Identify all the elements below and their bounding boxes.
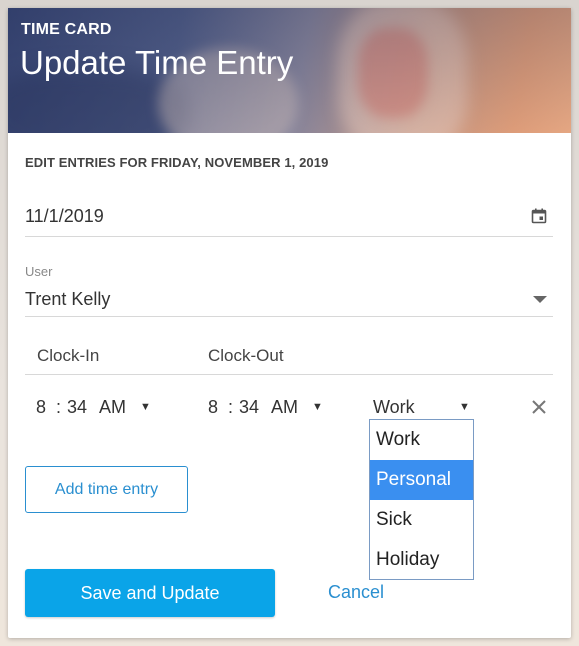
entry-type-options: Work Personal Sick Holiday: [369, 419, 474, 580]
option-work[interactable]: Work: [370, 420, 473, 460]
chevron-down-icon: [533, 296, 547, 303]
clock-in-dropdown-icon[interactable]: ▼: [140, 401, 151, 413]
entry-type-value: Work: [373, 397, 415, 417]
cancel-button[interactable]: Cancel: [328, 582, 384, 603]
save-button[interactable]: Save and Update: [25, 569, 275, 617]
clock-in-separator: :: [56, 397, 62, 417]
user-select[interactable]: Trent Kelly: [25, 288, 553, 317]
clock-out-separator: :: [228, 397, 234, 417]
close-icon[interactable]: [529, 397, 549, 417]
clock-in-ampm[interactable]: AM: [99, 397, 126, 418]
add-time-entry-button[interactable]: Add time entry: [25, 466, 188, 513]
clock-out-header: Clock-Out: [208, 346, 284, 365]
header-banner: TIME CARD Update Time Entry: [8, 8, 571, 133]
section-heading: EDIT ENTRIES FOR FRIDAY, NOVEMBER 1, 201…: [25, 155, 329, 170]
option-sick[interactable]: Sick: [370, 500, 473, 540]
clock-in-minute[interactable]: 34: [67, 397, 87, 418]
clock-in-header: Clock-In: [37, 346, 100, 365]
clock-in-hour[interactable]: 8: [36, 397, 46, 418]
header-eyebrow: TIME CARD: [21, 21, 112, 38]
date-value: 11/1/2019: [25, 206, 104, 226]
clock-out-minute[interactable]: 34: [239, 397, 259, 418]
option-holiday[interactable]: Holiday: [370, 540, 473, 579]
divider: [25, 374, 553, 375]
page-title: Update Time Entry: [20, 44, 294, 81]
user-label: User: [25, 264, 53, 279]
entry-type-select[interactable]: Work ▼: [373, 397, 473, 419]
chevron-down-icon: ▼: [459, 401, 470, 413]
clock-out-ampm[interactable]: AM: [271, 397, 298, 418]
date-field[interactable]: 11/1/2019: [25, 205, 553, 237]
time-card-dialog: TIME CARD Update Time Entry EDIT ENTRIES…: [8, 8, 571, 638]
option-personal[interactable]: Personal: [370, 460, 473, 500]
user-value: Trent Kelly: [25, 289, 111, 309]
calendar-icon[interactable]: [531, 208, 547, 224]
clock-out-hour[interactable]: 8: [208, 397, 218, 418]
clock-out-dropdown-icon[interactable]: ▼: [312, 401, 323, 413]
